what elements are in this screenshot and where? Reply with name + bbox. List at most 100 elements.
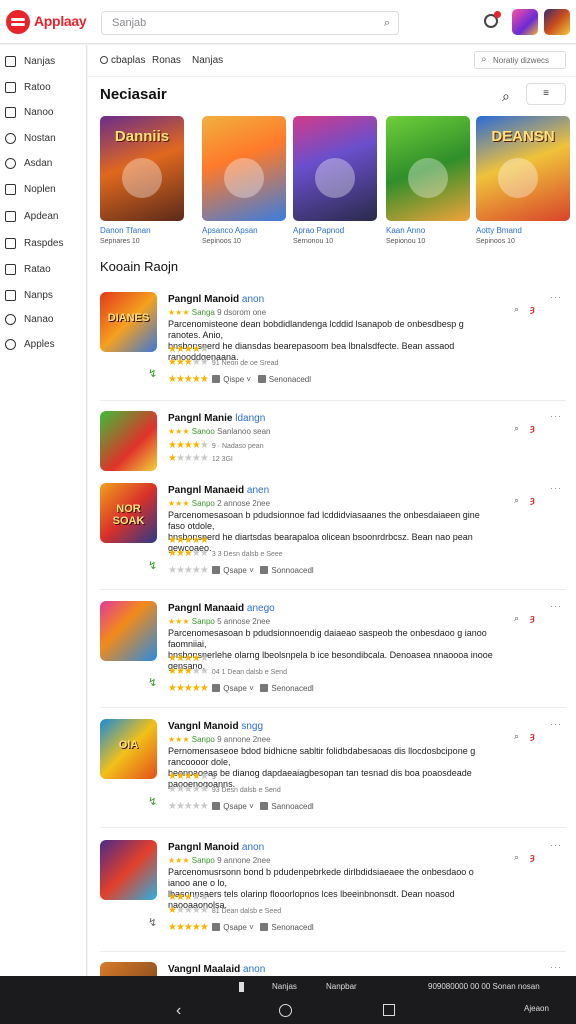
bottom-tab[interactable]: Nanjas [272, 982, 297, 991]
reply-icon[interactable] [212, 923, 221, 931]
key-icon [5, 133, 16, 144]
report-icon[interactable] [257, 375, 266, 383]
app-icon-image[interactable]: OIA [100, 719, 157, 779]
report-icon[interactable] [260, 923, 269, 931]
sidebar-item[interactable]: Ratoo [0, 77, 87, 99]
sidebar-item[interactable]: Apdean [0, 206, 87, 228]
recent-apps-icon[interactable] [383, 1004, 395, 1016]
review-meta-tag: Sanga [191, 308, 215, 317]
search-icon[interactable]: ⌕ [384, 17, 390, 30]
sidebar-item[interactable]: Nanao [0, 309, 87, 331]
flag-icon[interactable]: ȝ [530, 423, 535, 433]
back-icon[interactable]: ‹ [176, 1002, 181, 1020]
featured-card[interactable]: DEANSN Aotty Bmand Sepinoos 10 [476, 116, 570, 245]
app-brand[interactable]: Applaay [34, 13, 87, 29]
review-actions: ★★★★★ Qsape ˅ Sonnoacedl [168, 565, 314, 576]
avatar-secondary[interactable] [544, 9, 570, 35]
reply-icon[interactable] [212, 802, 221, 810]
bottom-tab[interactable]: Nanpbar [326, 982, 357, 991]
search-icon[interactable]: ⌕ [502, 88, 510, 105]
review-title[interactable]: Pangnl Manie ldangn [168, 413, 265, 424]
app-icon-image[interactable] [100, 962, 157, 976]
featured-card[interactable]: Danniis Danon Tfanan Sepnares 10 [100, 116, 184, 245]
app-logo-icon[interactable] [6, 10, 30, 34]
review-tag: anego [246, 603, 275, 614]
reply-button[interactable]: Qsape [223, 566, 247, 575]
more-icon[interactable]: ··· [550, 601, 562, 611]
app-icon-image[interactable] [100, 840, 157, 900]
more-icon[interactable]: ··· [550, 840, 562, 850]
sort-dropdown[interactable]: Noratiy dizwecs [474, 51, 566, 69]
menu-button[interactable]: ≡ [526, 83, 566, 105]
flag-icon[interactable]: ȝ [530, 852, 535, 862]
more-icon[interactable]: ··· [550, 962, 562, 972]
sidebar-item[interactable]: Nanps [0, 285, 87, 307]
reply-button[interactable]: Qsape [223, 923, 247, 932]
review-title[interactable]: Pangnl Manaaid anego [168, 603, 275, 614]
flag-icon[interactable]: ȝ [530, 613, 535, 623]
divider [100, 589, 566, 590]
thumbs-up-icon[interactable]: ↯ [148, 367, 157, 380]
sidebar-item[interactable]: Noplen [0, 179, 87, 201]
review-title[interactable]: Vangnl Manoid sngg [168, 721, 263, 732]
filter-tab[interactable]: cbaplas [100, 55, 145, 66]
cover-art-text: DEANSN [491, 128, 555, 145]
report-button[interactable]: Senonacedl [271, 684, 313, 693]
thumbs-up-icon[interactable]: ↯ [148, 795, 157, 808]
flag-icon[interactable]: ȝ [530, 495, 535, 505]
review-options-icon[interactable]: ⌕ [514, 852, 519, 863]
report-icon[interactable] [260, 684, 269, 692]
sidebar-item[interactable]: Raspdes [0, 233, 87, 255]
featured-card[interactable]: Apsanco Apsan Sepinoos 10 [202, 116, 286, 245]
reply-icon[interactable] [212, 684, 221, 692]
thumbs-up-icon[interactable]: ↯ [148, 916, 157, 929]
review-options-icon[interactable]: ⌕ [514, 423, 519, 434]
app-icon-image[interactable]: NOR SOAK [100, 483, 157, 543]
review-title[interactable]: Pangnl Manoid anon [168, 842, 264, 853]
report-button[interactable]: Sonnoacedl [271, 566, 313, 575]
app-icon-image[interactable]: DIANES [100, 292, 157, 352]
more-icon[interactable]: ··· [550, 292, 562, 302]
thumbs-up-icon[interactable]: ↯ [148, 676, 157, 689]
sidebar-item[interactable]: Asdan [0, 153, 87, 175]
filter-tab[interactable]: Ronas [152, 55, 181, 66]
sidebar-item[interactable]: Ratao [0, 259, 87, 281]
thumbs-up-icon[interactable]: ↯ [148, 559, 157, 572]
flag-icon[interactable]: ȝ [530, 304, 535, 314]
sidebar-item[interactable]: Apples [0, 334, 87, 356]
featured-card[interactable]: Aprao Papnod Sernonou 10 [293, 116, 377, 245]
review-options-icon[interactable]: ⌕ [514, 613, 519, 624]
report-icon[interactable] [260, 802, 269, 810]
review-title[interactable]: Pangnl Manaeid anen [168, 485, 269, 496]
notification-icon[interactable] [484, 11, 501, 28]
sidebar-item[interactable]: Nostan [0, 128, 87, 150]
report-button[interactable]: Senonacedl [269, 375, 311, 384]
review-options-icon[interactable]: ⌕ [514, 731, 519, 742]
featured-card[interactable]: Kaan Anno Sepionou 10 [386, 116, 470, 245]
more-icon[interactable]: ··· [550, 483, 562, 493]
sidebar-item[interactable]: Nanjas [0, 51, 87, 73]
more-icon[interactable]: ··· [550, 411, 562, 421]
reply-icon[interactable] [212, 375, 221, 383]
more-icon[interactable]: ··· [550, 719, 562, 729]
review-options-icon[interactable]: ⌕ [514, 304, 519, 315]
avatar[interactable] [512, 9, 538, 35]
sidebar-item[interactable]: Nanoo [0, 102, 87, 124]
filter-tab[interactable]: Nanjas [192, 55, 223, 66]
flag-icon[interactable]: ȝ [530, 731, 535, 741]
app-icon-image[interactable] [100, 411, 157, 471]
review-options-icon[interactable]: ⌕ [514, 495, 519, 506]
search-input[interactable]: Sanjab ⌕ [101, 11, 399, 35]
review-title[interactable]: Vangnl Maalaid anon [168, 964, 265, 975]
reply-button[interactable]: Qsape [223, 802, 247, 811]
app-icon-image[interactable] [100, 601, 157, 661]
reply-button[interactable]: Qsape [223, 684, 247, 693]
home-icon[interactable] [279, 1004, 292, 1017]
reply-icon[interactable] [212, 566, 221, 574]
review-actions: ★★★★★ Qsape ˅ Senonacedl [168, 922, 314, 933]
review-title[interactable]: Pangnl Manoid anon [168, 294, 264, 305]
reply-button[interactable]: Qispe [223, 375, 244, 384]
report-button[interactable]: Senonacedl [271, 923, 313, 932]
report-button[interactable]: Sannoacedl [271, 802, 313, 811]
report-icon[interactable] [260, 566, 269, 574]
